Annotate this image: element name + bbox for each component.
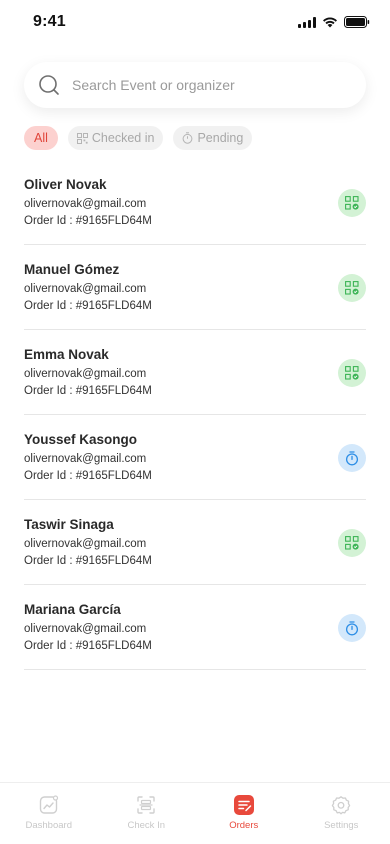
tab-dashboard-label: Dashboard: [25, 820, 72, 831]
cellular-signal-icon: [298, 16, 316, 28]
attendee-name: Emma Novak: [24, 347, 109, 362]
attendee-email: olivernovak@gmail.com: [24, 538, 147, 550]
list-item[interactable]: Manuel Gómez olivernovak@gmail.com Order…: [24, 245, 366, 330]
orders-list: Oliver Novak olivernovak@gmail.com Order…: [24, 160, 366, 670]
checked-in-badge: [338, 529, 366, 557]
filter-pending[interactable]: Pending: [173, 126, 253, 150]
checked-in-badge: [338, 359, 366, 387]
tab-check-in[interactable]: Check In: [98, 783, 196, 844]
attendee-name: Oliver Novak: [24, 177, 107, 192]
tab-settings[interactable]: Settings: [293, 783, 390, 844]
order-id: Order Id : #9165FLD64M: [24, 300, 152, 312]
status-bar: 9:41: [0, 0, 390, 44]
pending-badge: [338, 614, 366, 642]
attendee-name: Youssef Kasongo: [24, 432, 138, 447]
filter-pending-label: Pending: [197, 131, 244, 145]
order-id: Order Id : #9165FLD64M: [24, 555, 152, 567]
search-icon: [39, 75, 59, 95]
tab-orders[interactable]: Orders: [195, 783, 293, 844]
order-id: Order Id : #9165FLD64M: [24, 640, 152, 652]
tab-orders-label: Orders: [229, 820, 259, 831]
status-time: 9:41: [33, 13, 66, 30]
stopwatch-icon: [345, 620, 359, 635]
qr-check-icon: [345, 366, 359, 380]
search-bar[interactable]: [24, 62, 366, 108]
tab-settings-label: Settings: [324, 820, 359, 831]
list-item[interactable]: Oliver Novak olivernovak@gmail.com Order…: [24, 160, 366, 245]
stopwatch-icon: [345, 450, 359, 465]
attendee-name: Manuel Gómez: [24, 262, 120, 277]
orders-icon: [233, 795, 254, 815]
attendee-email: olivernovak@gmail.com: [24, 623, 147, 635]
tab-check-in-label: Check In: [127, 820, 166, 831]
settings-icon: [332, 796, 351, 815]
qr-code-icon: [76, 132, 88, 144]
checked-in-badge: [338, 274, 366, 302]
list-item[interactable]: Emma Novak olivernovak@gmail.com Order I…: [24, 330, 366, 415]
qr-check-icon: [345, 196, 359, 210]
dashboard-icon: [39, 795, 58, 814]
attendee-email: olivernovak@gmail.com: [24, 198, 147, 210]
filter-chips: All Checked in Pending: [24, 126, 253, 150]
list-item[interactable]: Youssef Kasongo olivernovak@gmail.com Or…: [24, 415, 366, 500]
filter-checked-in-label: Checked in: [91, 131, 155, 145]
scan-icon: [137, 796, 155, 814]
stopwatch-icon: [183, 132, 193, 144]
list-item[interactable]: Mariana García olivernovak@gmail.com Ord…: [24, 585, 366, 670]
attendee-email: olivernovak@gmail.com: [24, 368, 147, 380]
tab-dashboard[interactable]: Dashboard: [0, 783, 98, 844]
attendee-email: olivernovak@gmail.com: [24, 453, 147, 465]
filter-all[interactable]: All: [24, 126, 58, 150]
filter-all-label: All: [34, 131, 48, 145]
list-item[interactable]: Taswir Sinaga olivernovak@gmail.com Orde…: [24, 500, 366, 585]
order-id: Order Id : #9165FLD64M: [24, 215, 152, 227]
attendee-email: olivernovak@gmail.com: [24, 283, 147, 295]
battery-icon: [344, 16, 370, 28]
qr-check-icon: [345, 281, 359, 295]
attendee-name: Mariana García: [24, 602, 121, 617]
filter-checked-in[interactable]: Checked in: [67, 126, 164, 150]
order-id: Order Id : #9165FLD64M: [24, 385, 152, 397]
checked-in-badge: [338, 189, 366, 217]
attendee-name: Taswir Sinaga: [24, 517, 114, 532]
search-input[interactable]: [72, 77, 332, 93]
order-id: Order Id : #9165FLD64M: [24, 470, 152, 482]
pending-badge: [338, 444, 366, 472]
qr-check-icon: [345, 536, 359, 550]
wifi-icon: [323, 17, 337, 28]
bottom-tab-bar: Dashboard Check In Orders Settings: [0, 782, 390, 844]
status-icons: [298, 16, 370, 28]
